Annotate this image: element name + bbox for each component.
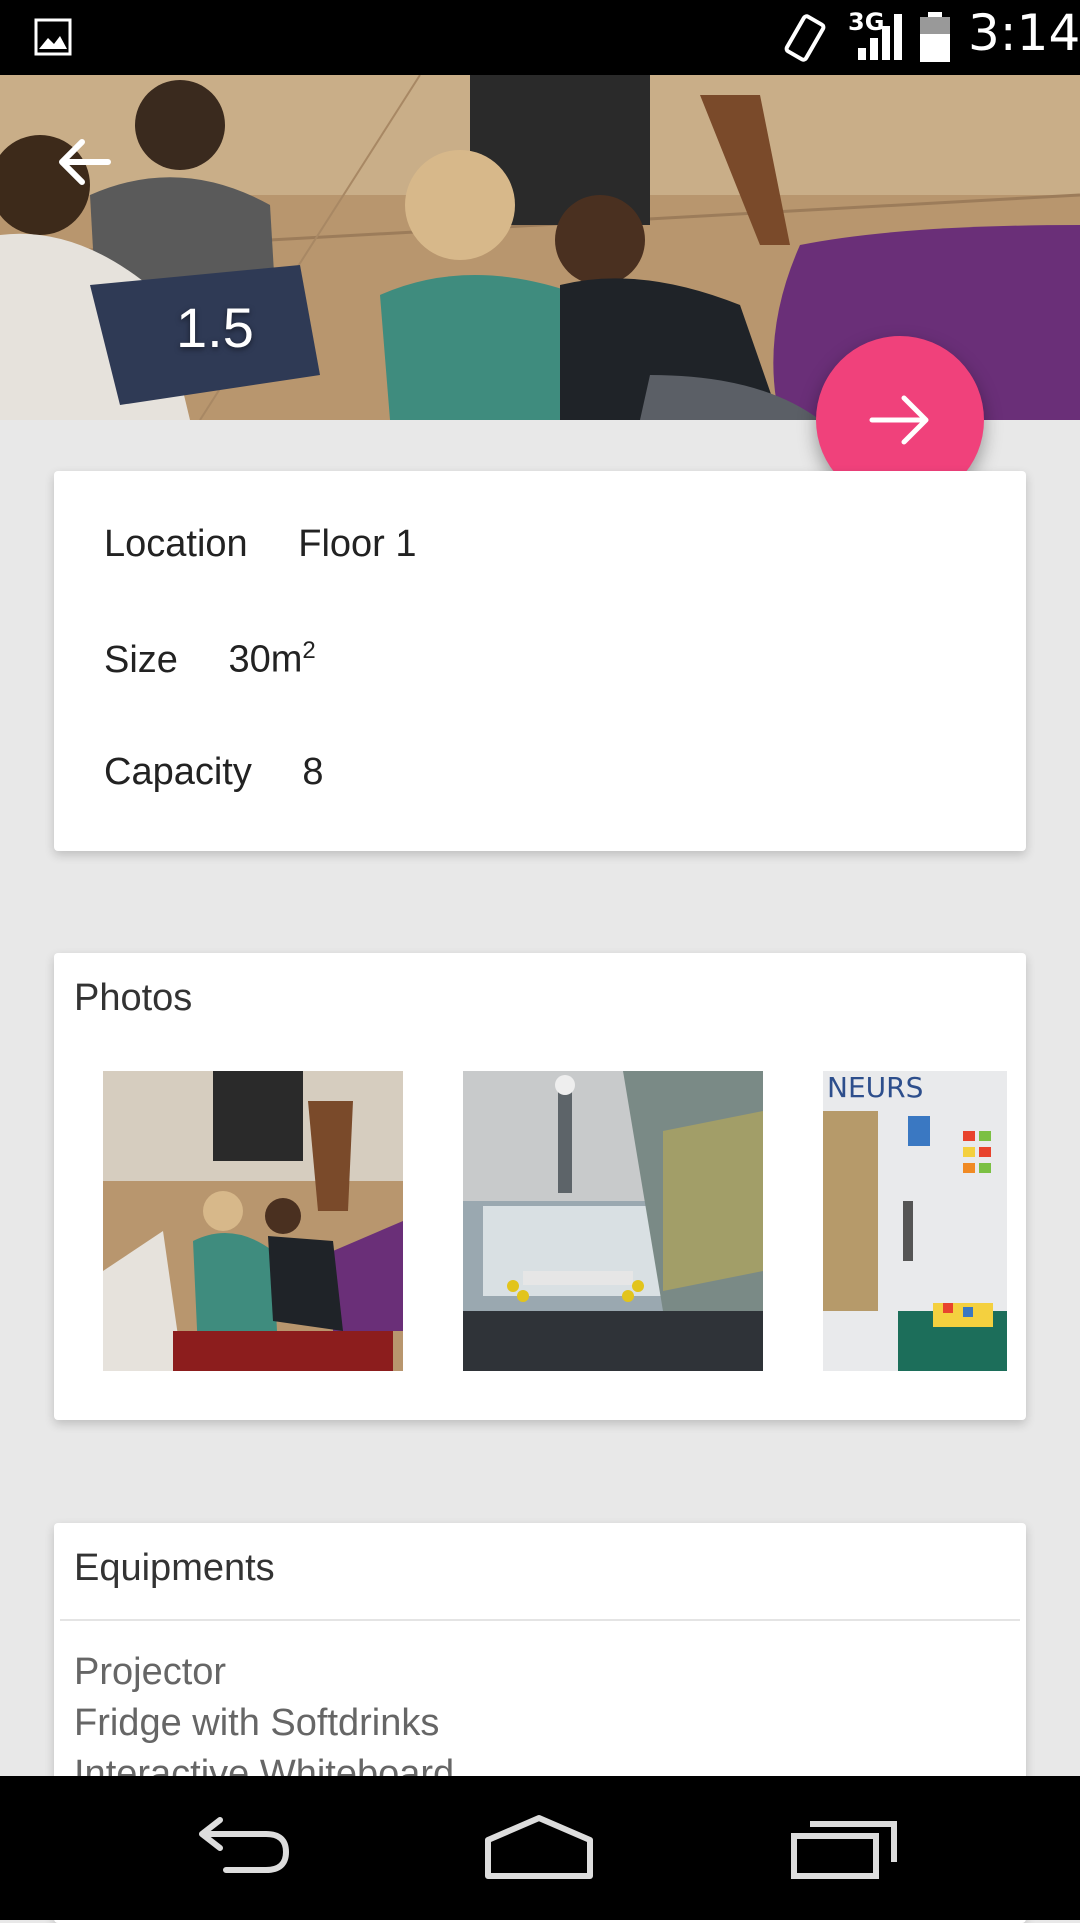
location-value: Floor 1 <box>298 523 417 565</box>
svg-text:NEURS: NEURS <box>827 1071 923 1104</box>
equipments-title: Equipments <box>74 1547 275 1589</box>
size-row: Size 30m2 <box>104 637 316 682</box>
system-nav-bar <box>0 1776 1080 1920</box>
location-row: Location Floor 1 <box>104 523 417 566</box>
list-item: Fridge with Softdrinks <box>74 1702 440 1744</box>
size-unit-exponent: 2 <box>302 637 316 664</box>
list-item: Projector <box>74 1651 227 1693</box>
photos-card: Photos NEURS <box>54 953 1026 1420</box>
photo-thumbnail[interactable] <box>463 1071 763 1371</box>
room-info-card: Location Floor 1 Size 30m2 Capacity 8 <box>54 471 1026 851</box>
room-number: 1.5 <box>176 296 254 359</box>
image-icon <box>34 18 72 56</box>
battery-icon <box>920 12 950 62</box>
back-icon[interactable] <box>186 1806 296 1886</box>
divider <box>60 1619 1020 1621</box>
arrow-right-icon <box>869 395 929 445</box>
clock: 3:14 <box>968 4 1080 62</box>
rotate-icon <box>784 14 826 62</box>
photos-title: Photos <box>74 977 193 1019</box>
back-arrow-icon[interactable] <box>52 130 116 194</box>
home-icon[interactable] <box>484 1806 594 1886</box>
status-bar: 3G 3:14 <box>0 0 1080 75</box>
signal-icon <box>858 14 902 60</box>
capacity-label: Capacity <box>104 751 252 793</box>
location-label: Location <box>104 523 248 565</box>
size-label: Size <box>104 638 178 681</box>
capacity-row: Capacity 8 <box>104 751 324 794</box>
photo-thumbnail[interactable] <box>103 1071 403 1371</box>
size-number: 30m <box>228 638 303 681</box>
recent-apps-icon[interactable] <box>790 1806 900 1886</box>
capacity-value: 8 <box>302 751 324 793</box>
size-value: 30m2 <box>228 637 315 682</box>
photo-thumbnail[interactable]: NEURS <box>823 1071 1007 1371</box>
